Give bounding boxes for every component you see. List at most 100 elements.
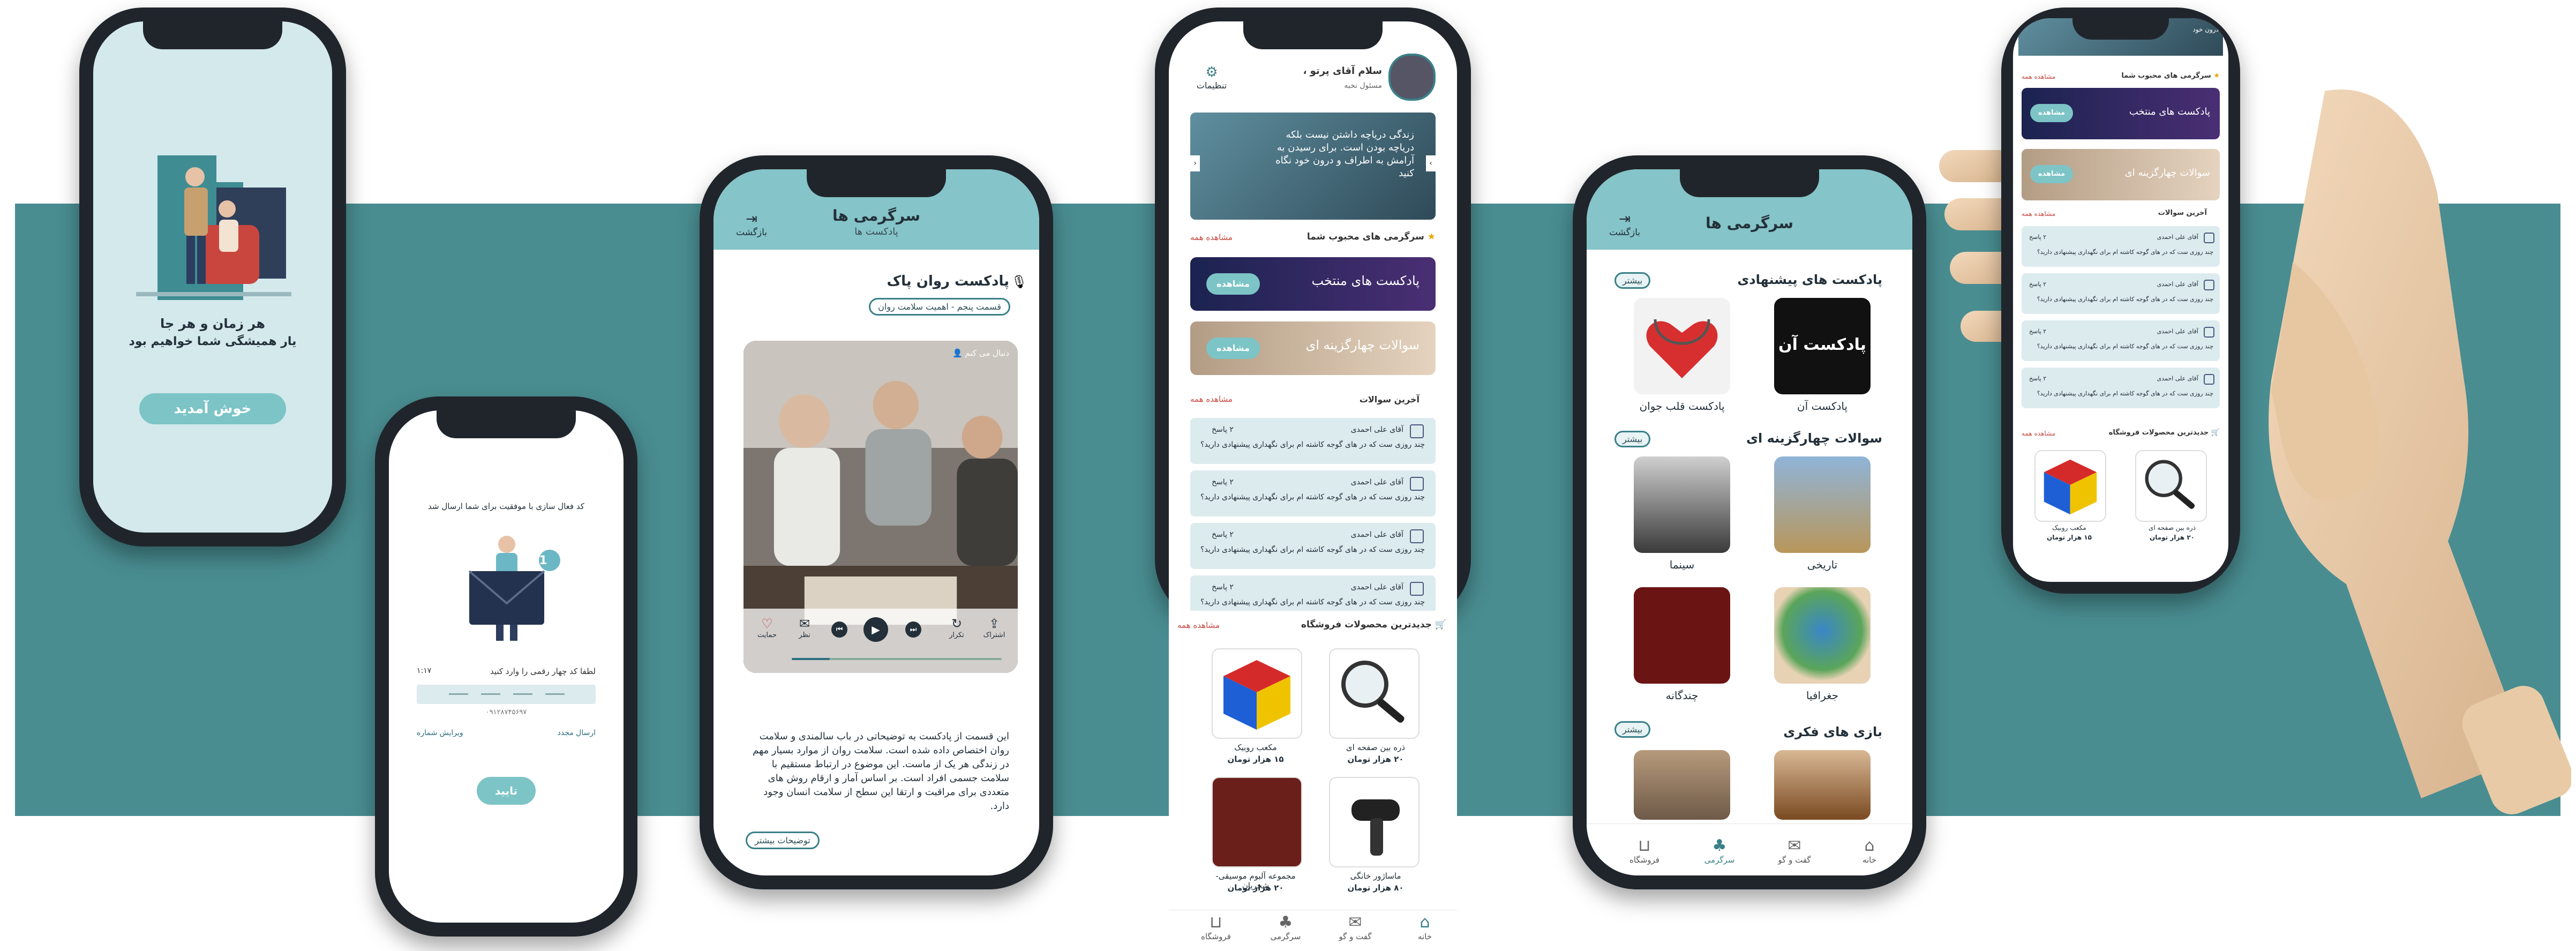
store-see-all[interactable]: مشاهده همه: [2022, 430, 2055, 437]
phone-hand: درون خود ★ سرگرمی های محبوب شما مشاهده ه…: [2001, 8, 2240, 594]
back-button[interactable]: ⇥ بازگشت: [1606, 211, 1643, 238]
question-answers: ۲ پاسخ: [2029, 234, 2047, 241]
quiz-caption: تاریخی: [1807, 558, 1838, 571]
store-see-all[interactable]: مشاهده همه: [1177, 620, 1220, 630]
repeat-label: تکرار: [949, 631, 964, 639]
next-button[interactable]: ⏭: [905, 621, 921, 638]
quiz-thumb-multi[interactable]: [1634, 587, 1730, 684]
prev-button[interactable]: ⏮: [831, 621, 847, 638]
nav-chat[interactable]: ✉ گفت و گو: [1334, 913, 1377, 942]
featured-view-button[interactable]: مشاهده: [2030, 104, 2073, 122]
game-thumb-chess[interactable]: [1774, 750, 1871, 820]
featured-podcasts-card[interactable]: پادکست های منتخب مشاهده: [2022, 88, 2220, 139]
code-slot: [513, 693, 532, 695]
quiz-thumb-cinema[interactable]: [1634, 456, 1730, 553]
settings-button[interactable]: ⚙ تنظیمات: [1190, 64, 1233, 91]
question-card[interactable]: آقای علی احمدی چند روزی ست که در های گوجه…: [1190, 523, 1436, 569]
question-text: چند روزی ست که در های گوجه کاشته ام برای…: [1200, 598, 1425, 606]
featured-podcasts-card[interactable]: پادکست های منتخب مشاهده: [1190, 257, 1436, 311]
podcast-thumb[interactable]: [1634, 298, 1730, 394]
product-name: ماساژور خانگی: [1350, 871, 1401, 881]
featured-podcasts-label: پادکست های منتخب: [1311, 273, 1420, 288]
question-answers: ۲ پاسخ: [2029, 281, 2047, 288]
quiz-more-button[interactable]: بیشتر: [1614, 431, 1651, 447]
game-thumb-board[interactable]: [1634, 750, 1730, 820]
confirm-button[interactable]: تایید: [477, 777, 536, 805]
featured-view-button[interactable]: مشاهده: [1206, 273, 1260, 295]
favorites-see-all[interactable]: مشاهده همه: [2022, 73, 2055, 80]
question-answers: ۲ پاسخ: [2029, 328, 2047, 335]
multiple-choice-card[interactable]: سوالات چهارگزینه ای مشاهده: [2022, 149, 2220, 200]
nav-home[interactable]: ⌂ خانه: [1403, 913, 1446, 942]
basket-icon: ⊔: [1210, 913, 1222, 932]
questions-see-all[interactable]: مشاهده همه: [2022, 210, 2055, 218]
nav-chat[interactable]: ✉ گفت و گو: [1773, 837, 1816, 865]
question-author: آقای علی احمدی: [1350, 478, 1403, 486]
questions-see-all[interactable]: مشاهده همه: [1190, 394, 1233, 404]
product-name: مکعب روبیک: [1234, 743, 1277, 752]
heart-icon: ♡: [761, 616, 773, 631]
code-input[interactable]: [417, 685, 596, 704]
product-magnifier[interactable]: [2135, 450, 2207, 522]
question-card[interactable]: آقای علی احمدی چند روزی ست که در های گوجه…: [1190, 470, 1436, 516]
support-button[interactable]: ♡ حمایت: [751, 616, 783, 639]
nav-home[interactable]: ⌂ خانه: [1848, 837, 1891, 865]
product-rubik[interactable]: [2034, 450, 2106, 522]
store-title: 🛒 جدیدترین محصولات فروشگاه: [2109, 429, 2220, 437]
podcast-caption: پادکست قلب جوان: [1639, 400, 1725, 413]
quote-banner[interactable]: زندگی دریاچه داشتن نیست بلکه دریاچه بودن…: [1190, 113, 1436, 220]
favorites-see-all[interactable]: مشاهده همه: [1190, 233, 1233, 242]
podcast-cover: دنبال می کنم 👤 ⇪ اشتراک ↻ تکرار ⏭ ▶ ⏮ ✉ نظر…: [743, 341, 1018, 673]
question-card[interactable]: آقای علی احمدی چند روزی ست که در های گوجه…: [2022, 226, 2220, 267]
multiple-choice-card[interactable]: سوالات چهارگزینه ای مشاهده: [1190, 321, 1436, 375]
back-label: بازگشت: [1609, 227, 1641, 238]
share-button[interactable]: ⇪ اشتراک: [978, 616, 1010, 639]
podcast-thumb[interactable]: پادکست آن: [1774, 298, 1871, 394]
avatar[interactable]: [1388, 54, 1436, 101]
product-album[interactable]: [1212, 777, 1302, 867]
question-card[interactable]: آقای علی احمدی چند روزی ست که در های گوجه…: [2022, 320, 2220, 361]
edit-number-link[interactable]: ویرایش شماره: [417, 729, 463, 737]
welcome-button[interactable]: خوش آمدید: [139, 393, 286, 424]
nav-entertainment[interactable]: ♣ سرگرمی: [1698, 837, 1741, 865]
repeat-button[interactable]: ↻ تکرار: [941, 616, 973, 639]
games-more-button[interactable]: بیشتر: [1614, 721, 1651, 738]
product-massager[interactable]: [1329, 777, 1420, 867]
question-card[interactable]: آقای علی احمدی چند روزی ست که در های گوجه…: [2022, 273, 2220, 314]
nav-store[interactable]: ⊔ فروشگاه: [1623, 837, 1666, 865]
more-description-button[interactable]: توضیحات بیشتر: [746, 832, 820, 849]
question-answers: ۲ پاسخ: [1212, 583, 1234, 591]
follow-control[interactable]: دنبال می کنم 👤: [952, 348, 1009, 358]
gamepad-icon: ♣: [1712, 836, 1727, 855]
question-card[interactable]: آقای علی احمدی چند روزی ست که در های گوجه…: [2022, 368, 2220, 408]
banner-next-icon[interactable]: ›: [1426, 155, 1436, 171]
question-author: آقای علی احمدی: [1350, 530, 1403, 539]
section-quiz-title: سوالات چهارگزینه ای: [1746, 431, 1882, 446]
product-name: مکعب روبیک: [2052, 524, 2086, 531]
product-rubik[interactable]: [1212, 648, 1302, 739]
quiz-caption: سینما: [1669, 558, 1695, 571]
comment-button[interactable]: ✉ نظر: [788, 616, 821, 639]
chat-icon: ✉: [1348, 913, 1362, 932]
latest-questions-title: آخرین سوالات: [1359, 394, 1420, 405]
question-card[interactable]: آقای علی احمدی چند روزی ست که در های گوجه…: [1190, 418, 1436, 464]
podcasts-more-button[interactable]: بیشتر: [1614, 272, 1651, 289]
nav-store[interactable]: ⊔ فروشگاه: [1195, 913, 1237, 942]
comment-icon: ✉: [799, 616, 810, 631]
quiz-thumb-history[interactable]: [1774, 456, 1871, 553]
magnifier-icon: [2145, 460, 2195, 509]
quiz-thumb-geography[interactable]: [1774, 587, 1871, 684]
resend-link[interactable]: ارسال مجدد: [558, 729, 596, 737]
multiple-choice-view-button[interactable]: مشاهده: [2030, 165, 2073, 183]
banner-prev-icon[interactable]: ‹: [1190, 155, 1200, 171]
latest-questions-title: آخرین سوالات: [2158, 209, 2207, 217]
back-button[interactable]: ⇥ بازگشت: [733, 211, 770, 238]
phone-verification: کد فعال سازی با موفقیت برای شما ارسال شد…: [375, 396, 637, 937]
multiple-choice-view-button[interactable]: مشاهده: [1206, 338, 1260, 359]
question-icon: [2204, 327, 2214, 338]
nav-entertainment[interactable]: ♣ سرگرمی: [1264, 913, 1307, 942]
play-button[interactable]: ▶: [863, 617, 888, 642]
store-title-label: جدیدترین محصولات فروشگاه: [2108, 429, 2209, 437]
product-magnifier[interactable]: [1329, 648, 1420, 739]
progress-track[interactable]: [792, 658, 1002, 660]
